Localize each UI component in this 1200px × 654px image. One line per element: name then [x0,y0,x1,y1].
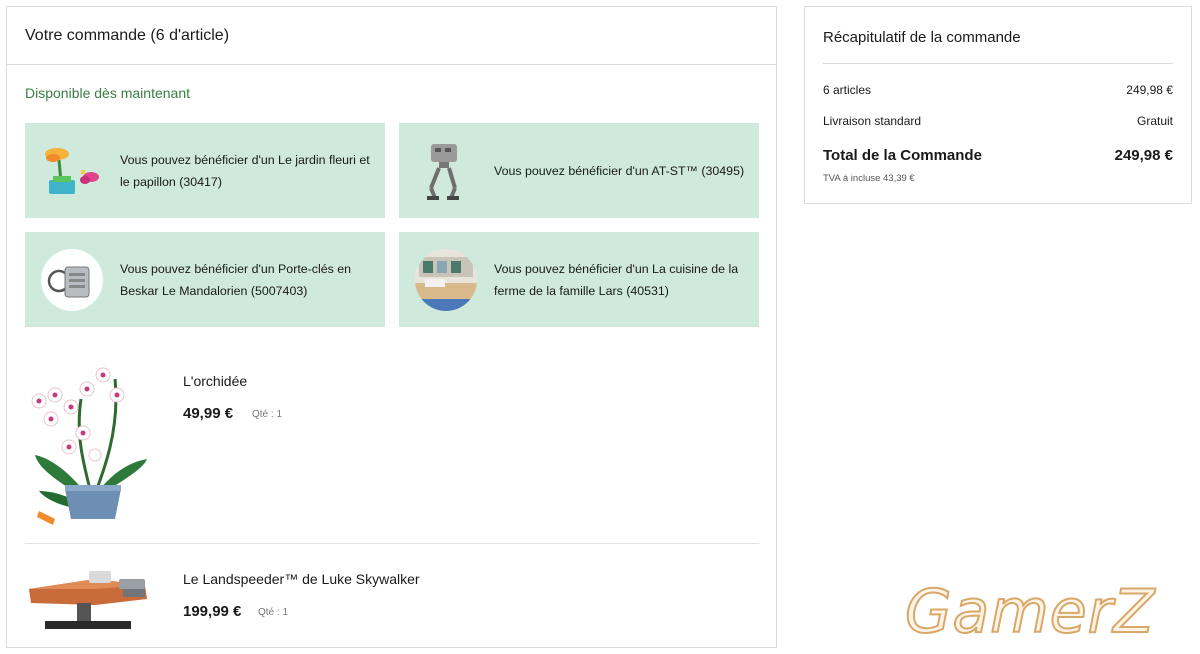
summary-total-row: Total de la Commande 249,98 € [823,147,1173,164]
product-name[interactable]: Le Landspeeder™ de Luke Skywalker [183,571,420,587]
gift-offer-text: Vous pouvez bénéficier d'un Porte-clés e… [120,261,352,298]
summary-row-value: 249,98 € [1126,83,1173,97]
cart-item: L'orchidée 49,99 € Qté : 1 [25,359,759,529]
summary-row-label: Livraison standard [823,114,922,128]
gift-offer-card[interactable]: Vous pouvez bénéficier d'un Le jardin fl… [25,123,385,218]
flower-garden-set-icon [41,140,103,202]
vat-note: TVA à incluse 43,39 € [823,173,915,184]
summary-row-articles: 6 articles 249,98 € [823,83,1173,97]
gift-offer-card[interactable]: Vous pouvez bénéficier d'un La cuisine d… [399,232,759,327]
product-price: 49,99 € [183,405,234,422]
summary-divider [823,63,1173,64]
keychain-icon [41,248,103,311]
summary-row-value: Gratuit [1136,114,1173,128]
summary-row-label: 6 articles [823,83,872,97]
watermark: GamerZ [904,577,1156,647]
gift-offer-text: Vous pouvez bénéficier d'un Le jardin fl… [120,152,370,189]
summary-row-shipping: Livraison standard Gratuit [823,114,1173,128]
at-st-walker-icon [415,140,477,202]
orchid-image[interactable] [25,359,151,525]
gift-offer-card[interactable]: Vous pouvez bénéficier d'un AT-ST™ (3049… [399,123,759,218]
summary-total-value: 249,98 € [1114,147,1173,164]
gift-offer-text: Vous pouvez bénéficier d'un AT-ST™ (3049… [494,163,745,178]
product-name[interactable]: L'orchidée [183,373,247,389]
product-price: 199,99 € [183,603,242,620]
gift-offer-card[interactable]: Vous pouvez bénéficier d'un Porte-clés e… [25,232,385,327]
product-quantity: Qté : 1 [258,607,289,618]
order-panel: Votre commande (6 d'article) Disponible … [6,6,777,648]
order-summary-panel: Récapitulatif de la commande 6 articles … [804,6,1192,204]
order-title: Votre commande (6 d'article) [7,7,776,65]
product-quantity: Qté : 1 [252,409,283,420]
item-divider [25,543,759,544]
cart-item: Le Landspeeder™ de Luke Skywalker 199,99… [25,557,759,637]
gift-offer-text: Vous pouvez bénéficier d'un La cuisine d… [494,261,739,298]
availability-label: Disponible dès maintenant [25,85,190,101]
kitchen-set-icon [415,248,477,311]
summary-title: Récapitulatif de la commande [823,29,1021,46]
landspeeder-image[interactable] [25,559,151,635]
summary-total-label: Total de la Commande [823,147,982,164]
